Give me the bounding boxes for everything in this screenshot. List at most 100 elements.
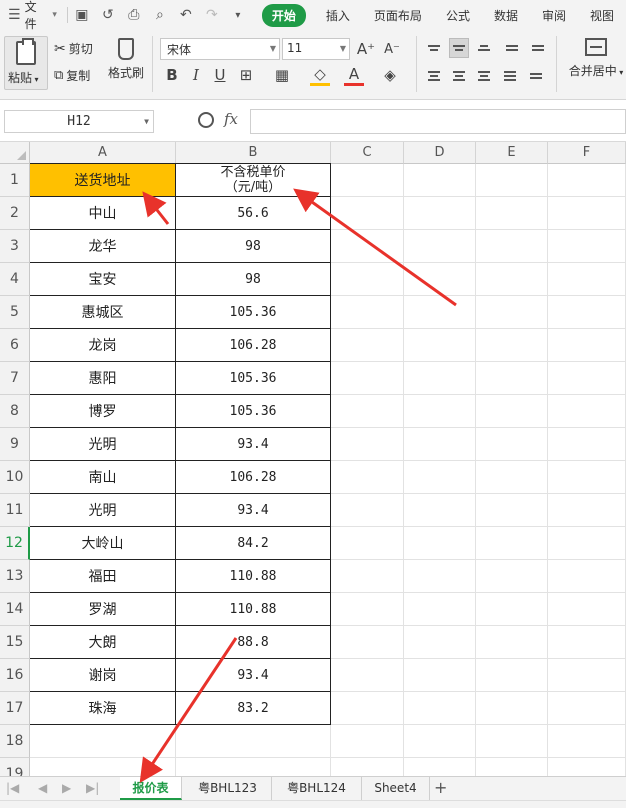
row-header[interactable]: 12 — [0, 527, 30, 560]
row-header[interactable]: 2 — [0, 197, 30, 230]
sheet-tab-bhl124[interactable]: 粤BHL124 — [272, 777, 362, 800]
cell-address[interactable]: 罗湖 — [30, 593, 176, 626]
row-header[interactable]: 10 — [0, 461, 30, 494]
align-left-icon[interactable] — [424, 66, 444, 86]
cell-price[interactable]: 105.36 — [176, 362, 331, 395]
distribute-icon[interactable] — [526, 66, 546, 86]
export-icon[interactable]: ↺ — [98, 5, 118, 25]
font-size-select[interactable]: 11 ▼ — [282, 38, 350, 60]
cell-price[interactable]: 106.28 — [176, 461, 331, 494]
decrease-indent-icon[interactable] — [502, 38, 522, 58]
first-sheet-icon[interactable]: |◀ — [6, 781, 19, 795]
cell-price[interactable]: 93.4 — [176, 659, 331, 692]
row-header[interactable]: 15 — [0, 626, 30, 659]
row-header[interactable]: 17 — [0, 692, 30, 725]
cell-price[interactable]: 83.2 — [176, 692, 331, 725]
tab-formulas[interactable]: 公式 — [446, 7, 470, 24]
formula-input[interactable] — [250, 109, 626, 134]
row-header[interactable]: 19 — [0, 758, 30, 776]
cell-price[interactable]: 110.88 — [176, 593, 331, 626]
clear-format-icon[interactable]: ◈ — [380, 64, 400, 86]
cell-price[interactable]: 98 — [176, 230, 331, 263]
row-header[interactable]: 3 — [0, 230, 30, 263]
align-bottom-icon[interactable] — [474, 38, 494, 58]
file-menu[interactable]: ☰ 文件 ▾ — [0, 0, 63, 31]
cell-price[interactable]: 88.8 — [176, 626, 331, 659]
cell-address[interactable]: 惠阳 — [30, 362, 176, 395]
cell-address[interactable]: 珠海 — [30, 692, 176, 725]
row-header[interactable]: 8 — [0, 395, 30, 428]
column-header-b[interactable]: B — [176, 142, 331, 164]
bold-button[interactable]: B — [162, 64, 182, 86]
cell-price[interactable]: 84.2 — [176, 527, 331, 560]
last-sheet-icon[interactable]: ▶| — [86, 781, 99, 795]
cell-price[interactable]: 105.36 — [176, 395, 331, 428]
column-header-f[interactable]: F — [548, 142, 626, 164]
align-center-icon[interactable] — [449, 66, 469, 86]
cell-address[interactable]: 南山 — [30, 461, 176, 494]
function-icon[interactable]: fx — [224, 110, 238, 128]
column-header-d[interactable]: D — [404, 142, 476, 164]
cell-address[interactable]: 福田 — [30, 560, 176, 593]
tab-insert[interactable]: 插入 — [326, 7, 350, 24]
copy-button[interactable]: ⧉ 复制 — [54, 67, 90, 84]
increase-font-icon[interactable]: A⁺ — [356, 38, 376, 60]
row-header[interactable]: 11 — [0, 494, 30, 527]
save-icon[interactable]: ▣ — [72, 5, 92, 25]
sheet-tab-sheet4[interactable]: Sheet4 — [362, 777, 430, 800]
row-header[interactable]: 18 — [0, 725, 30, 758]
cell-address[interactable]: 光明 — [30, 494, 176, 527]
tab-view[interactable]: 视图 — [590, 7, 614, 24]
underline-button[interactable]: U — [210, 64, 230, 86]
row-header[interactable]: 6 — [0, 329, 30, 362]
cell-style-icon[interactable]: ▦ — [272, 64, 292, 86]
cell-price[interactable]: 56.6 — [176, 197, 331, 230]
zoom-icon[interactable] — [198, 112, 214, 128]
select-all-corner[interactable] — [0, 142, 30, 164]
tab-page-layout[interactable]: 页面布局 — [374, 7, 422, 24]
column-header-a[interactable]: A — [30, 142, 176, 164]
print-icon[interactable]: ⎙ — [124, 5, 144, 25]
align-top-icon[interactable] — [424, 38, 444, 58]
cell-address[interactable]: 龙华 — [30, 230, 176, 263]
cell-price[interactable]: 105.36 — [176, 296, 331, 329]
next-sheet-icon[interactable]: ▶ — [62, 781, 71, 795]
italic-button[interactable]: I — [186, 64, 206, 86]
cell-address[interactable]: 光明 — [30, 428, 176, 461]
tab-home[interactable]: 开始 — [261, 3, 306, 27]
align-right-icon[interactable] — [474, 66, 494, 86]
paste-button[interactable]: 粘贴 ▾ — [4, 36, 48, 90]
cut-button[interactable]: ✂ 剪切 — [54, 40, 93, 57]
add-sheet-icon[interactable]: + — [434, 778, 447, 797]
column-header-c[interactable]: C — [331, 142, 404, 164]
tab-data[interactable]: 数据 — [494, 7, 518, 24]
sheet-tab-quote[interactable]: 报价表 — [120, 777, 182, 800]
cell-address[interactable]: 宝安 — [30, 263, 176, 296]
justify-icon[interactable] — [500, 66, 520, 86]
cell-address[interactable]: 大岭山 — [30, 527, 176, 560]
row-header[interactable]: 14 — [0, 593, 30, 626]
align-middle-icon[interactable] — [449, 38, 469, 58]
font-name-select[interactable]: 宋体 ▼ — [160, 38, 280, 60]
undo-icon[interactable]: ↶ — [176, 5, 196, 25]
cell-address[interactable]: 惠城区 — [30, 296, 176, 329]
increase-indent-icon[interactable] — [528, 38, 548, 58]
column-header-e[interactable]: E — [476, 142, 548, 164]
prev-sheet-icon[interactable]: ◀ — [38, 781, 47, 795]
tab-review[interactable]: 审阅 — [542, 7, 566, 24]
row-header[interactable]: 7 — [0, 362, 30, 395]
fill-color-icon[interactable]: ◇ — [310, 64, 330, 86]
row-header[interactable]: 13 — [0, 560, 30, 593]
header-cell-address[interactable]: 送货地址 — [30, 164, 176, 197]
row-header[interactable]: 1 — [0, 164, 30, 197]
cell-price[interactable]: 93.4 — [176, 494, 331, 527]
cell-price[interactable]: 106.28 — [176, 329, 331, 362]
format-painter-button[interactable]: 格式刷 — [106, 36, 146, 81]
cell-address[interactable]: 博罗 — [30, 395, 176, 428]
name-box[interactable]: H12 ▼ — [4, 110, 154, 133]
font-color-icon[interactable]: A — [344, 64, 364, 86]
cell-address[interactable]: 大朗 — [30, 626, 176, 659]
cell-price[interactable]: 98 — [176, 263, 331, 296]
cell-address[interactable]: 谢岗 — [30, 659, 176, 692]
redo-icon[interactable]: ↷ — [202, 5, 222, 25]
